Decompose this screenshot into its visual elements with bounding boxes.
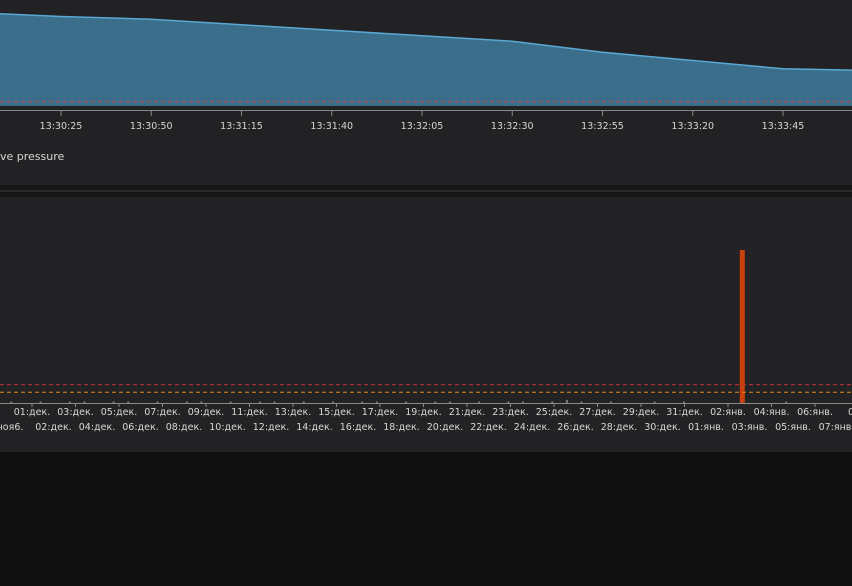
bar-x-tick-label-upper: 06:янв. (797, 407, 833, 418)
bar-x-tick-label-upper: 25:дек. (536, 407, 572, 418)
bar-x-tick-label-upper: 29:дек. (623, 407, 659, 418)
daily-bar (10, 401, 13, 403)
daily-bar (405, 401, 408, 403)
bar-x-tick-label-upper: 15:дек. (318, 407, 354, 418)
daily-bar (229, 401, 232, 403)
daily-bar (185, 401, 188, 403)
bar-x-tick-label-lower: 08:дек. (166, 422, 202, 433)
bar-x-tick-label-upper: 08:я (848, 407, 852, 418)
daily-bar (434, 401, 437, 403)
bar-x-tick-label-upper: 13:дек. (275, 407, 311, 418)
daily-bar (258, 401, 261, 403)
daily-bar (785, 401, 788, 403)
bar-x-tick-label-upper: 02:янв. (710, 407, 746, 418)
pressure-x-tick-label: 13:31:15 (220, 121, 263, 132)
panel-divider-line (0, 190, 852, 192)
bar-x-tick-label-lower: 26:дек. (557, 422, 593, 433)
pressure-legend-label: ve pressure (0, 150, 65, 163)
bar-x-tick-label-upper: 04:янв. (754, 407, 790, 418)
pressure-chart-panel: 13:30:25 13:30:50 13:31:15 13:31:40 13:32:05… (0, 0, 852, 185)
bar-x-tick-label-lower: 01:янв. (688, 422, 724, 433)
bar-x-tick-label-lower: 20:дек. (427, 422, 463, 433)
bar-x-tick-label-lower: 28:дек. (601, 422, 637, 433)
daily-bar (478, 401, 481, 403)
daily-bar (522, 401, 524, 403)
daily-bar (200, 401, 203, 403)
bar-x-tick-label-upper: 21:дек. (449, 407, 485, 418)
pressure-x-tick-label: 13:32:30 (491, 121, 534, 132)
bar-x-tick-label-upper: 01:дек. (14, 407, 50, 418)
bar-x-tick-label-upper: 27:дек. (579, 407, 615, 418)
daily-bar (68, 401, 71, 403)
pressure-area-chart: 13:30:25 13:30:50 13:31:15 13:31:40 13:32:05… (0, 13, 852, 132)
bar-x-tick-label-upper: 11:дек. (231, 407, 267, 418)
bar-x-tick-label-upper: 31:дек. (666, 407, 702, 418)
bar-x-tick-label-lower: ноя6. (0, 422, 23, 433)
daily-events-bar-chart: 01:дек. 03:дек. 05:дек. 07:дек. 09:дек. 11:де… (0, 250, 852, 433)
daily-bar (83, 401, 86, 403)
daily-bar (448, 401, 451, 403)
bar-x-tick-label-lower: 07:янв. (819, 422, 852, 433)
bar-x-tick-label-lower: 14:дек. (296, 422, 332, 433)
bar-x-tick-label-lower: 30:дек. (644, 422, 680, 433)
bar-x-tick-label-lower: 05:янв. (775, 422, 811, 433)
pressure-x-tick-label: 13:30:50 (130, 121, 173, 132)
daily-bar (507, 401, 510, 403)
bar-x-tick-label-lower: 22:дек. (470, 422, 506, 433)
pressure-x-tick-label: 13:33:20 (671, 121, 714, 132)
daily-bar (112, 401, 115, 403)
bar-x-tick-label-upper: 03:дек. (57, 407, 93, 418)
bar-x-tick-label-lower: 24:дек. (514, 422, 550, 433)
pressure-x-tick-label: 13:30:25 (40, 121, 83, 132)
bar-x-tick-label-upper: 09:дек. (188, 407, 224, 418)
daily-bar (565, 399, 568, 403)
bar-x-tick-label-lower: 16:дек. (340, 422, 376, 433)
daily-bar (609, 401, 612, 403)
pressure-area-fill (0, 13, 852, 106)
pressure-x-tick-label: 13:31:40 (310, 121, 353, 132)
bar-x-tick-label-upper: 05:дек. (101, 407, 137, 418)
bar-x-tick-label-upper: 19:дек. (405, 407, 441, 418)
daily-bar (682, 401, 685, 403)
daily-bar (653, 401, 656, 403)
spike-bar (739, 250, 745, 403)
bar-x-tick-label-lower: 06:дек. (122, 422, 158, 433)
daily-bar (375, 401, 378, 403)
daily-events-chart-panel: 01:дек. 03:дек. 05:дек. 07:дек. 09:дек. 11:де… (0, 197, 852, 452)
bar-x-tick-label-upper: 07:дек. (144, 407, 180, 418)
bar-x-tick-label-upper: 23:дек. (492, 407, 528, 418)
daily-bar (361, 401, 364, 403)
daily-bar (302, 401, 305, 403)
daily-bar (332, 401, 334, 403)
pressure-x-tick-label: 13:33:45 (762, 121, 805, 132)
bar-x-tick-label-lower: 02:дек. (35, 422, 71, 433)
pressure-x-tick-label: 13:32:05 (401, 121, 444, 132)
bar-x-tick-label-lower: 18:дек. (383, 422, 419, 433)
bar-x-tick-label-lower: 04:дек. (79, 422, 115, 433)
daily-bar (39, 401, 42, 403)
bar-x-tick-label-upper: 17:дек. (362, 407, 398, 418)
daily-bar (551, 401, 554, 403)
daily-bar (156, 401, 159, 403)
bar-x-tick-label-lower: 03:янв. (732, 422, 768, 433)
daily-bar (273, 401, 276, 403)
bar-x-tick-label-lower: 10:дек. (209, 422, 245, 433)
pressure-x-tick-label: 13:32:55 (581, 121, 624, 132)
bar-x-tick-label-lower: 12:дек. (253, 422, 289, 433)
daily-bar (127, 401, 130, 403)
daily-bar (580, 401, 583, 403)
